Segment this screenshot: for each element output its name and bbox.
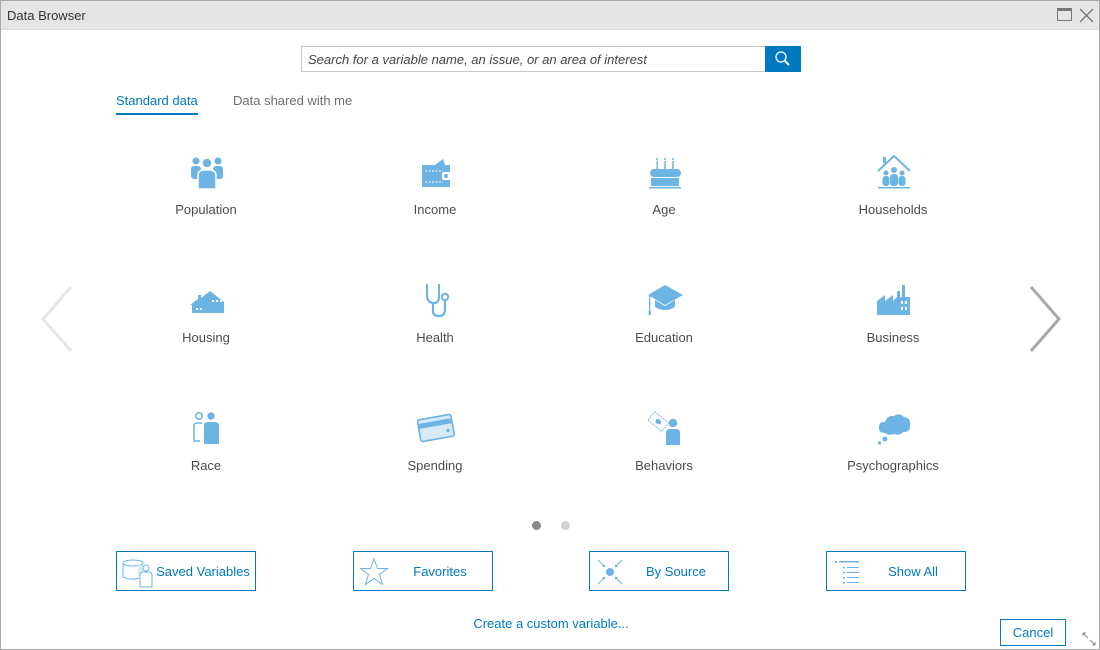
tool-label: Favorites: [413, 564, 467, 579]
category-label: Health: [416, 330, 454, 345]
category-education[interactable]: Education: [549, 269, 779, 359]
category-label: Housing: [182, 330, 230, 345]
category-label: Race: [190, 458, 222, 473]
category-label: Age: [652, 202, 676, 217]
tool-label: Show All: [888, 564, 938, 579]
behaviors-icon: [647, 410, 680, 445]
page-dot-2[interactable]: [561, 521, 570, 530]
star-icon: [359, 557, 389, 586]
search-input[interactable]: [301, 46, 766, 72]
by-source-icon: [597, 559, 623, 585]
category-label: Population: [175, 202, 237, 217]
resize-handle-icon[interactable]: [1081, 631, 1097, 647]
maximize-icon[interactable]: [1057, 8, 1072, 21]
category-behaviors[interactable]: Behaviors: [549, 397, 779, 487]
category-psychographics[interactable]: Psychographics: [778, 397, 1008, 487]
previous-page-button[interactable]: [31, 281, 81, 357]
title-bar: Data Browser: [1, 1, 1099, 30]
chevron-left-icon: [41, 286, 73, 352]
population-icon: [191, 157, 223, 190]
category-spending[interactable]: Spending: [320, 397, 550, 487]
create-custom-variable-link[interactable]: Create a custom variable...: [401, 616, 701, 631]
search-bar: [301, 46, 801, 72]
race-people-icon: [193, 411, 219, 444]
category-housing[interactable]: Housing: [91, 269, 321, 359]
thought-bubble-icon: [877, 414, 911, 445]
birthday-cake-icon: [649, 157, 681, 189]
saved-variables-button[interactable]: Saved Variables: [116, 551, 256, 591]
factory-icon: [877, 285, 910, 315]
household-icon: [877, 154, 911, 189]
saved-variables-icon: [122, 559, 153, 588]
category-label: Households: [858, 202, 928, 217]
show-all-button[interactable]: Show All: [826, 551, 966, 591]
favorites-button[interactable]: Favorites: [353, 551, 493, 591]
category-business[interactable]: Business: [778, 269, 1008, 359]
tab-data-shared-with-me[interactable]: Data shared with me: [233, 93, 352, 113]
category-label: Psychographics: [847, 458, 939, 473]
category-label: Behaviors: [635, 458, 693, 473]
cancel-button[interactable]: Cancel: [1000, 619, 1066, 646]
category-income[interactable]: Income: [320, 141, 550, 231]
list-icon: [835, 561, 859, 584]
tool-label: By Source: [646, 564, 706, 579]
graduation-cap-icon: [648, 285, 683, 315]
credit-card-icon: [417, 413, 455, 443]
data-browser-window: Data Browser Standard data Data shared w…: [0, 0, 1100, 650]
window-title: Data Browser: [7, 8, 86, 23]
next-page-button[interactable]: [1021, 281, 1071, 357]
close-icon[interactable]: [1079, 8, 1094, 23]
category-label: Income: [413, 202, 457, 217]
wallet-icon: [422, 159, 451, 187]
category-population[interactable]: Population: [91, 141, 321, 231]
category-race[interactable]: Race: [91, 397, 321, 487]
page-dot-1[interactable]: [532, 521, 541, 530]
chevron-right-icon: [1029, 286, 1061, 352]
category-label: Business: [866, 330, 920, 345]
search-icon: [775, 51, 790, 66]
by-source-button[interactable]: By Source: [589, 551, 729, 591]
category-health[interactable]: Health: [320, 269, 550, 359]
category-age[interactable]: Age: [549, 141, 779, 231]
category-label: Education: [635, 330, 693, 345]
tool-label: Saved Variables: [156, 564, 250, 579]
tab-standard-data[interactable]: Standard data: [116, 93, 198, 115]
stethoscope-icon: [426, 284, 450, 318]
category-label: Spending: [407, 458, 463, 473]
houses-icon: [190, 291, 224, 313]
search-button[interactable]: [765, 46, 801, 72]
category-households[interactable]: Households: [778, 141, 1008, 231]
